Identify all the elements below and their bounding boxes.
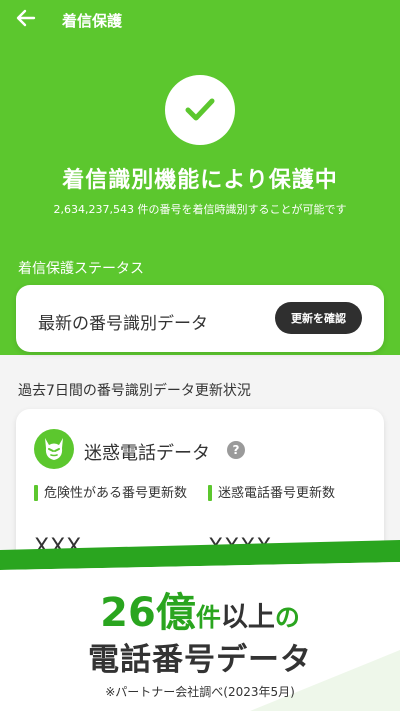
protection-subtext: 2,634,237,543 件の番号を着信時識別することが可能です <box>0 201 400 217</box>
identifiable-count: 2,634,237,543 <box>53 203 134 216</box>
protection-status-indicator <box>165 75 235 145</box>
back-button[interactable] <box>14 6 44 34</box>
protection-title: 着信識別機能により保護中 <box>62 168 338 193</box>
banner-unit: 件 <box>195 603 221 632</box>
checkmark-icon <box>185 98 215 121</box>
stat-label: 危険性がある番号更新数 <box>44 486 188 501</box>
check-update-button[interactable]: 更新を確認 <box>275 302 362 334</box>
banner-headline: 26億件以上の <box>0 580 400 638</box>
spam-data-title: 迷惑電話データ <box>84 443 210 464</box>
banner-footnote: ※パートナー会社調べ(2023年5月) <box>105 685 295 699</box>
devil-icon <box>34 429 74 469</box>
identifiable-count-suffix: 件の番号を着信時識別することが可能です <box>133 203 347 216</box>
banner-suffix: 以上 <box>220 602 275 633</box>
promo-banner: 26億件以上の 電話番号データ ※パートナー会社調べ(2023年5月) <box>0 540 400 711</box>
back-arrow-icon <box>16 9 36 27</box>
banner-particle: の <box>274 603 300 632</box>
banner-number: 26億 <box>100 590 196 636</box>
stat-bar <box>34 485 38 501</box>
history-section-label: 過去7日間の番号識別データ更新状況 <box>18 383 251 399</box>
stat-label: 迷惑電話番号更新数 <box>218 486 336 501</box>
stat-bar <box>208 485 212 501</box>
banner-subheadline: 電話番号データ <box>88 642 312 678</box>
status-card-text: 最新の番号識別データ <box>38 314 208 334</box>
help-icon[interactable]: ? <box>227 441 245 459</box>
page-title: 着信保護 <box>62 12 123 30</box>
top-bar: 着信保護 <box>0 0 400 40</box>
status-card: 最新の番号識別データ 更新を確認 <box>16 285 384 352</box>
devil-face-icon <box>45 438 63 460</box>
status-section-label: 着信保護ステータス <box>18 261 144 277</box>
